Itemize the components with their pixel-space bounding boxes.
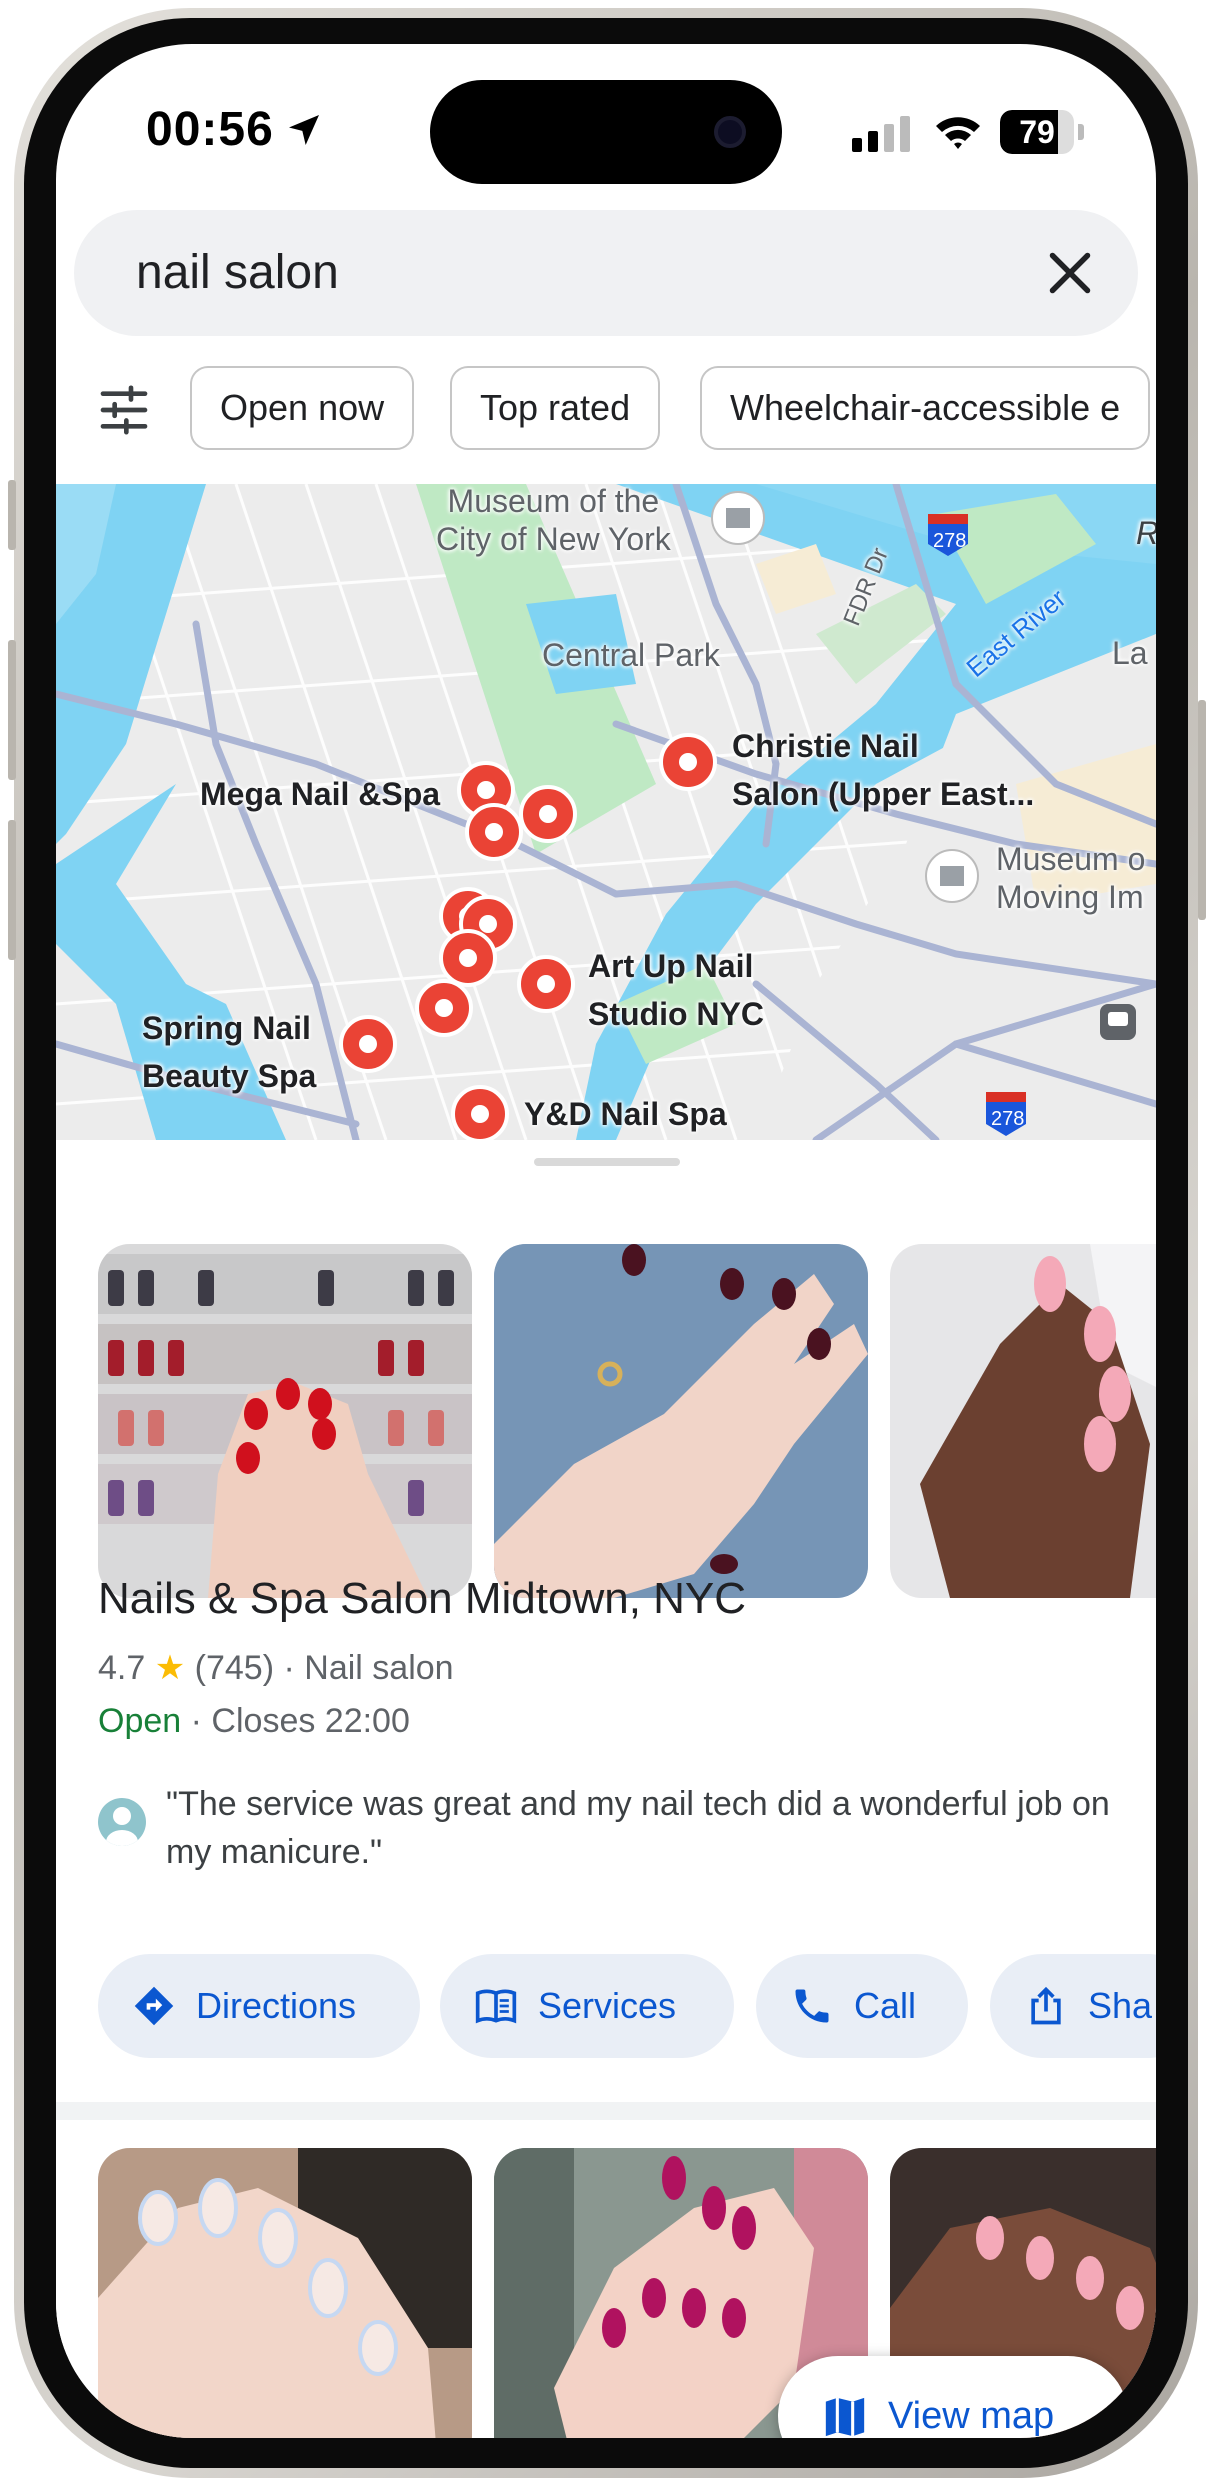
map-icon [825, 2397, 865, 2437]
view-map-button[interactable]: View map [778, 2356, 1128, 2438]
results-sheet: Nails & Spa Salon Midtown, NYC 4.7 ★ (74… [56, 1140, 1156, 2438]
camera-icon [714, 116, 746, 148]
sheet-drag-handle[interactable] [534, 1158, 680, 1166]
result-divider [56, 2102, 1156, 2120]
map-label-interstate-top: 278 [933, 530, 967, 552]
volume-up-button [8, 640, 16, 780]
review-text: "The service was great and my nail tech … [166, 1785, 1110, 1871]
battery-cap [1078, 124, 1084, 140]
place-photo-1[interactable] [98, 1244, 472, 1598]
map-label-la: La [1112, 635, 1148, 671]
map-label-museum-moving: Museum o Moving Im [996, 841, 1146, 915]
place-photo-3[interactable] [890, 1244, 1156, 1598]
place-name[interactable]: Nails & Spa Salon Midtown, NYC [98, 1574, 746, 1624]
map-place-spring[interactable]: Spring Nail Beauty Spa [142, 1004, 316, 1100]
map-label-interstate-bottom: 278 [991, 1108, 1025, 1130]
menu-book-icon [475, 1989, 517, 2024]
place-category: Nail salon [304, 1649, 454, 1687]
action-button [8, 480, 16, 550]
battery-indicator: 79 [1000, 110, 1084, 154]
cellular-signal-icon [852, 116, 910, 152]
call-label: Call [854, 1985, 917, 2026]
map-place-art-up[interactable]: Art Up Nail Studio NYC [588, 942, 764, 1038]
battery-percentage: 79 [1019, 114, 1055, 150]
map-label-museum-city: Museum of the City of New York [436, 484, 671, 557]
dynamic-island [430, 80, 782, 184]
hours-row: Open · Closes 22:00 [98, 1702, 410, 1741]
tune-icon[interactable] [96, 382, 152, 438]
avatar [98, 1798, 146, 1846]
separator: · [283, 1649, 305, 1687]
place-photo-4[interactable] [98, 2148, 472, 2438]
services-button[interactable]: Services [440, 1954, 734, 2058]
chip-wheelchair-accessible[interactable]: Wheelchair-accessible e [700, 366, 1151, 450]
review-snippet[interactable]: "The service was great and my nail tech … [98, 1780, 1118, 1890]
star-icon: ★ [154, 1649, 186, 1687]
wifi-icon [936, 117, 980, 149]
directions-label: Directions [196, 1985, 357, 2026]
chip-top-rated[interactable]: Top rated [450, 366, 661, 450]
share-label: Sha [1088, 1985, 1153, 2026]
map-label-central-park: Central Park [542, 637, 720, 673]
view-map-label: View map [888, 2395, 1055, 2437]
services-label: Services [538, 1985, 677, 2026]
power-button [1198, 700, 1206, 920]
museum-icon [711, 491, 765, 545]
open-status: Open [98, 1702, 182, 1740]
review-count: (745) [194, 1649, 275, 1687]
directions-icon [134, 1986, 174, 2026]
phone-icon [795, 1989, 829, 2023]
map-place-yd[interactable]: Y&D Nail Spa [524, 1090, 727, 1138]
map-place-mega[interactable]: Mega Nail &Spa [200, 770, 440, 818]
volume-down-button [8, 820, 16, 960]
chip-open-now[interactable]: Open now [190, 366, 415, 450]
place-photo-2[interactable] [494, 1244, 868, 1598]
museum-icon [925, 849, 979, 903]
status-time: 00:56 [146, 103, 274, 156]
transit-icon [1100, 1004, 1136, 1040]
call-button[interactable]: Call [756, 1954, 968, 2058]
share-button[interactable]: Sha [990, 1954, 1156, 2058]
close-icon[interactable] [1040, 243, 1100, 303]
rating-row: 4.7 ★ (745) · Nail salon [98, 1648, 454, 1688]
search-bar[interactable]: nail salon [74, 210, 1138, 336]
closing-time: Closes 22:00 [211, 1702, 410, 1740]
screen: 00:56 79 nail salon Open now Top rated W… [56, 44, 1156, 2438]
map-view[interactable]: Museum of the City of New York Central P… [56, 484, 1156, 1140]
search-input[interactable]: nail salon [136, 210, 996, 336]
filter-chips: Open now Top rated Wheelchair-accessible… [56, 364, 1156, 454]
rating-value: 4.7 [98, 1649, 146, 1687]
battery-icon: 79 [1000, 110, 1074, 154]
location-arrow-icon [289, 115, 319, 145]
separator: · [190, 1702, 212, 1740]
map-place-christie[interactable]: Christie Nail Salon (Upper East... [732, 722, 1034, 818]
status-bar: 00:56 79 [56, 44, 1156, 184]
directions-button[interactable]: Directions [98, 1954, 420, 2058]
share-icon [1031, 1986, 1061, 2025]
map-label-r: R [1136, 514, 1156, 552]
